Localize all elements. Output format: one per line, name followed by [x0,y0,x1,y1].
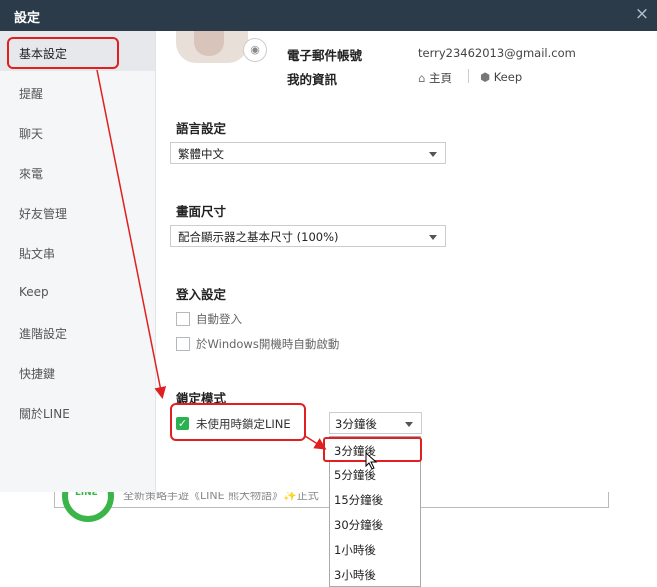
annotation-arrow [96,69,167,399]
annotation-arrows [96,69,327,450]
annotation-arrow [304,435,327,450]
